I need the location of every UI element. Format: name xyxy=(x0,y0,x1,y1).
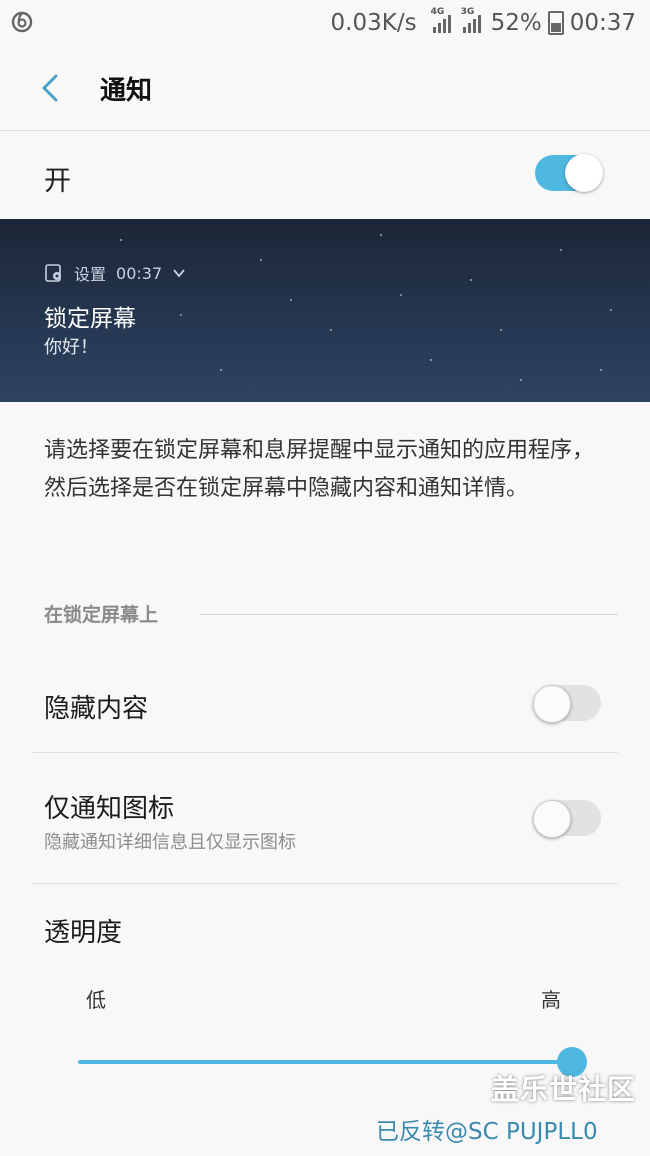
preview-app-name: 设置 xyxy=(74,265,107,284)
chevron-down-icon xyxy=(173,269,185,278)
transparency-slider-track[interactable] xyxy=(78,1060,572,1064)
preview-title: 锁定屏幕 xyxy=(44,306,136,332)
network-speed: 0.03K/s xyxy=(330,10,417,36)
section-title: 在锁定屏幕上 xyxy=(44,604,159,626)
watermark-site: 盖乐世社区 xyxy=(490,1073,636,1106)
master-switch-toggle[interactable] xyxy=(535,154,603,192)
app-header: 通知 xyxy=(0,46,650,131)
back-icon[interactable] xyxy=(36,70,66,106)
status-bar: 0.03K/s 4G 3G 52% 00:37 xyxy=(0,0,650,46)
toggle-knob xyxy=(533,800,571,838)
hide-content-toggle[interactable] xyxy=(533,685,601,723)
icons-only-row[interactable]: 仅通知图标 隐藏通知详细信息且仅显示图标 xyxy=(0,753,650,883)
description-text: 请选择要在锁定屏幕和息屏提醒中显示通知的应用程序，然后选择是否在锁定屏幕中隐藏内… xyxy=(44,438,595,501)
net2-label: 3G xyxy=(460,7,475,17)
preview-time: 00:37 xyxy=(116,263,163,283)
slider-low-label: 低 xyxy=(86,988,106,1012)
page-title: 通知 xyxy=(100,76,153,106)
section-divider xyxy=(200,614,618,615)
master-switch-label: 开 xyxy=(44,166,71,197)
battery-icon xyxy=(547,11,564,35)
clock: 00:37 xyxy=(569,10,636,36)
signal-4g-icon: 4G xyxy=(431,7,451,33)
preview-body: 你好！ xyxy=(44,337,98,358)
icons-only-label: 仅通知图标 xyxy=(44,794,175,824)
icons-only-subtitle: 隐藏通知详细信息且仅显示图标 xyxy=(44,832,296,853)
settings-gear-icon xyxy=(45,264,61,282)
hide-content-label: 隐藏内容 xyxy=(44,694,149,724)
lock-screen-preview: 设置 00:37 锁定屏幕 你好！ xyxy=(0,219,650,402)
section-header: 在锁定屏幕上 xyxy=(44,600,618,630)
net1-label: 4G xyxy=(430,7,445,17)
watermark-credit: 已反转@SC PUJPLL0 xyxy=(376,1119,598,1145)
preview-header: 设置 00:37 xyxy=(44,261,186,285)
master-switch-row[interactable]: 开 xyxy=(0,131,650,219)
battery-percent: 52% xyxy=(490,10,542,36)
signal-3g-icon: 3G xyxy=(461,7,481,33)
slider-high-label: 高 xyxy=(541,988,561,1012)
netease-music-icon xyxy=(11,11,33,33)
icons-only-toggle[interactable] xyxy=(533,800,601,838)
toggle-knob xyxy=(533,685,571,723)
transparency-label: 透明度 xyxy=(44,918,123,948)
hide-content-row[interactable]: 隐藏内容 xyxy=(0,660,650,752)
toggle-knob xyxy=(565,154,603,192)
